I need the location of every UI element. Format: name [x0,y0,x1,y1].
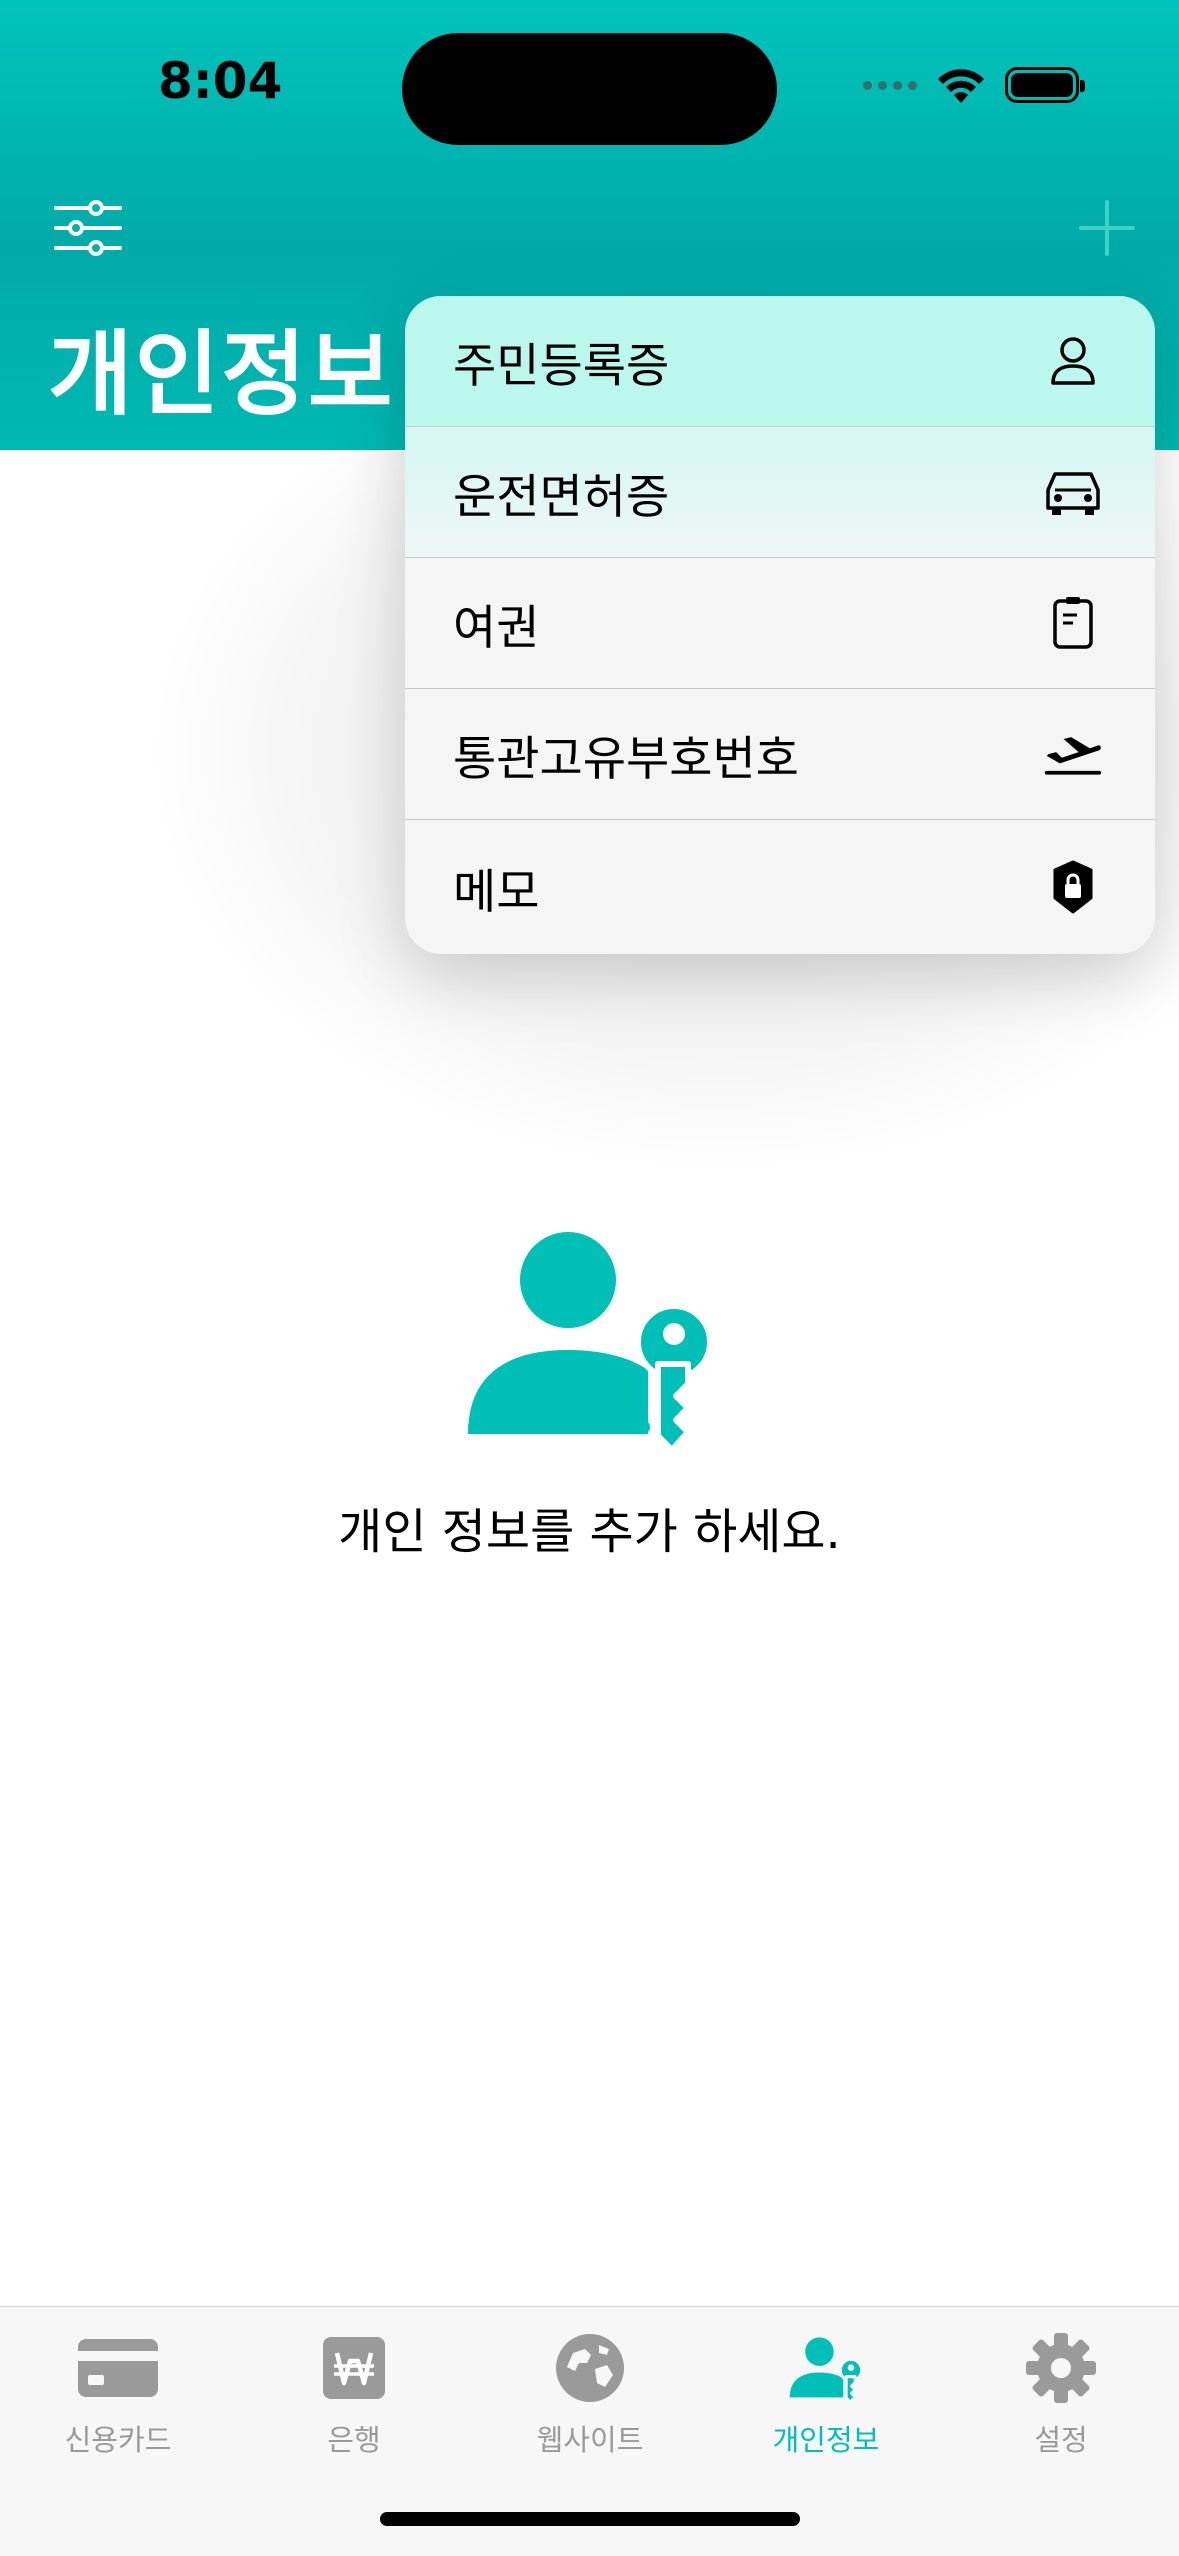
tab-credit-card[interactable]: 신용카드 [0,2329,236,2459]
credit-card-icon [76,2329,160,2407]
menu-item-label: 통관고유부호번호 [453,731,799,787]
add-plus-icon[interactable] [1077,198,1137,258]
menu-item-driver-license[interactable]: 운전면허증 [405,427,1155,558]
person-icon [1043,331,1103,391]
passport-icon [1043,593,1103,653]
page-title: 개인정보 [48,321,395,428]
menu-item-resident-card[interactable]: 주민등록증 [405,296,1155,427]
airplane-icon [1043,724,1103,784]
add-item-menu: 주민등록증 운전면허증 여권 통관고유부호번호 메모 [405,296,1155,954]
status-time: 8:04 [158,52,283,110]
empty-state-message: 개인 정보를 추가 하세요. [338,1504,841,1560]
cellular-signal-icon [863,80,917,90]
menu-item-customs-code[interactable]: 통관고유부호번호 [405,689,1155,820]
menu-item-label: 주민등록증 [453,338,670,394]
car-icon [1043,462,1103,522]
menu-item-label: 운전면허증 [453,469,670,525]
wifi-icon [938,69,984,103]
menu-item-label: 여권 [453,600,540,656]
tab-label: 은행 [327,2423,381,2457]
person-key-icon [784,2329,868,2407]
filter-sliders-icon[interactable] [52,196,124,260]
globe-icon [548,2329,632,2407]
battery-icon [1005,67,1085,103]
gear-icon [1019,2329,1103,2407]
menu-item-memo[interactable]: 메모 [405,820,1155,954]
lock-shield-icon [1043,857,1103,917]
tab-label: 설정 [1034,2423,1088,2457]
tab-label: 개인정보 [772,2423,880,2457]
tab-bank[interactable]: 은행 [236,2329,472,2459]
dynamic-island [402,33,777,145]
home-indicator [380,2512,800,2526]
won-icon [312,2329,396,2407]
menu-item-passport[interactable]: 여권 [405,558,1155,689]
tab-settings[interactable]: 설정 [943,2329,1179,2459]
tab-personal-info[interactable]: 개인정보 [708,2329,944,2459]
tab-label: 웹사이트 [536,2423,644,2457]
status-indicators [863,60,1085,110]
menu-item-label: 메모 [453,864,540,920]
tab-website[interactable]: 웹사이트 [472,2329,708,2459]
tab-label: 신용카드 [64,2423,172,2457]
person-key-icon [468,1232,712,1446]
